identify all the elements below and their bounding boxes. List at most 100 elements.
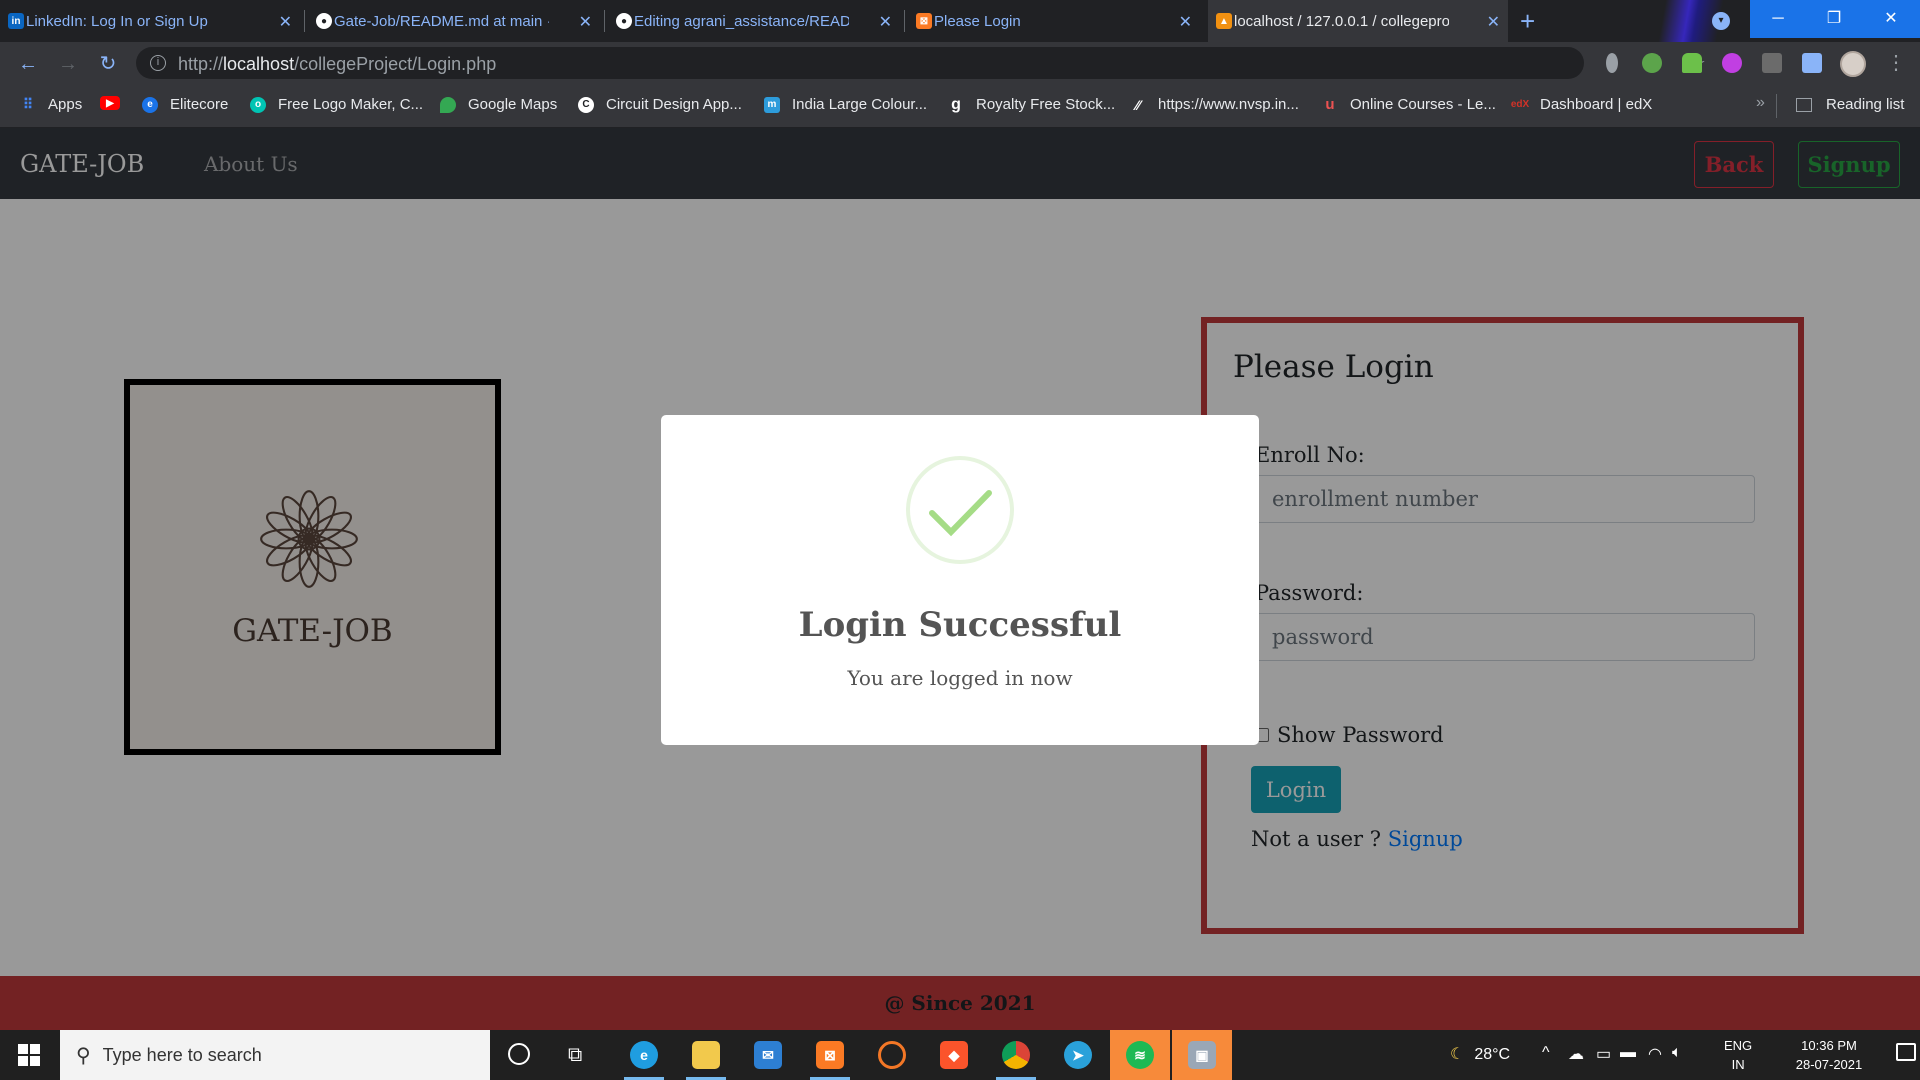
language-indicator[interactable]: ENG IN [1724,1036,1752,1074]
site-info-icon[interactable]: i [150,55,166,71]
tab-close-icon[interactable]: ✕ [1487,12,1500,32]
extension-icon[interactable] [1722,53,1742,73]
browser-tab-strip: in LinkedIn: Log In or Sign Up ✕ ● Gate-… [0,0,1920,128]
puzzle-extensions-icon[interactable] [1802,53,1822,73]
edx-icon: edX [1510,99,1530,110]
moon-icon: ☾ [1450,1046,1465,1063]
url-text[interactable]: http://localhost/collegeProject/Login.ph… [178,54,496,75]
bookmark-label: Dashboard | edX [1540,96,1653,113]
reading-list-button[interactable]: Reading list [1796,96,1904,113]
region-code: IN [1731,1057,1745,1072]
linkedin-icon: in [8,13,24,29]
tab-search-icon[interactable]: ▾ [1712,12,1730,30]
forward-arrow-icon[interactable]: → [54,50,82,78]
close-window-button[interactable]: ✕ [1862,0,1920,38]
show-hidden-icons-icon[interactable]: ^ [1542,1044,1550,1062]
files-taskbar-button[interactable]: ▣ [1172,1030,1232,1080]
bookmark-label: India Large Colour... [792,96,928,113]
xampp-taskbar-button[interactable]: ⊠ [804,1035,856,1080]
circuit-icon: C [578,96,594,113]
cortana-icon[interactable] [508,1043,530,1065]
clock-date: 28-07-2021 [1795,1057,1863,1072]
chrome-icon [1002,1041,1030,1069]
volume-icon[interactable]: 🔈︎ [1672,1044,1682,1062]
phpmyadmin-icon: ▲ [1216,13,1232,29]
edge-taskbar-button[interactable]: e [618,1035,670,1080]
bookmark-circuit-design[interactable]: C Circuit Design App... [578,96,742,113]
more-bookmarks-icon[interactable]: » [1756,94,1765,112]
tab-close-icon[interactable]: ✕ [279,12,292,32]
mail-taskbar-button[interactable]: ✉ [742,1035,794,1075]
bookmark-label: https://www.nvsp.in... [1158,96,1299,113]
elitecore-icon: e [142,96,158,113]
bookmark-google-maps[interactable]: Google Maps [440,96,557,113]
bookmark-udemy[interactable]: u Online Courses - Le... [1322,96,1496,113]
minimize-button[interactable]: ─ [1750,0,1806,38]
xampp-icon: ⊠ [916,13,932,29]
tree-extension-icon[interactable] [1682,53,1702,73]
bookmark-label: Elitecore [170,96,229,113]
tab-github-readme[interactable]: ● Gate-Job/README.md at main · I ✕ [308,0,600,42]
onedrive-icon[interactable]: ☁ [1568,1044,1584,1064]
explorer-taskbar-button[interactable] [680,1035,732,1080]
tab-title: Editing agrani_assistance/READM [634,12,849,30]
tab-title: LinkedIn: Log In or Sign Up [26,12,208,30]
bookmark-elitecore[interactable]: e Elitecore [142,96,228,113]
jupyter-taskbar-button[interactable] [866,1035,918,1075]
reload-icon[interactable]: ↻ [94,50,122,78]
extension-icon[interactable] [1606,53,1618,73]
udemy-icon: u [1325,96,1335,113]
tab-close-icon[interactable]: ✕ [879,12,892,32]
back-arrow-icon[interactable]: ← [14,50,42,78]
bookmark-youtube[interactable]: ▶ [100,96,132,110]
clock-time: 10:36 PM [1801,1038,1857,1053]
bookmark-label: Google Maps [468,96,558,113]
chrome-taskbar-button[interactable] [990,1035,1042,1080]
brave-taskbar-button[interactable]: ◆ [928,1035,980,1075]
url-scheme: http:// [178,54,224,74]
bookmarks-bar: ⠿ Apps ▶ e Elitecore o Free Logo Maker, C..… [0,84,1920,128]
tab-separator [904,10,905,32]
restore-button[interactable]: ❐ [1806,0,1862,38]
wifi-icon[interactable]: ◠ [1648,1044,1662,1064]
bookmark-nvsp[interactable]: ⁄⁄ https://www.nvsp.in... [1130,96,1299,113]
device-icon[interactable]: ▭ [1596,1044,1611,1064]
reading-list-icon [1796,97,1812,112]
tab-close-icon[interactable]: ✕ [579,12,592,32]
address-bar[interactable]: i http://localhost/collegeProject/Login.… [136,47,1706,79]
maps-pin-icon [440,96,456,113]
tab-linkedin[interactable]: in LinkedIn: Log In or Sign Up ✕ [0,0,300,42]
clock[interactable]: 10:36 PM 28-07-2021 [1774,1036,1884,1074]
bookmark-edx[interactable]: edX Dashboard | edX [1510,96,1653,113]
profile-avatar[interactable] [1840,51,1866,77]
tab-please-login[interactable]: ⊠ Please Login ✕ [908,0,1200,42]
weather-widget[interactable]: ☾ 28°C [1450,1044,1510,1064]
tab-phpmyadmin[interactable]: ▲ localhost / 127.0.0.1 / collegepro ✕ [1208,0,1508,42]
tab-close-icon[interactable]: ✕ [1179,12,1192,32]
task-view-icon[interactable]: ⧉ [568,1044,582,1067]
edge-icon: e [630,1041,658,1069]
new-tab-button[interactable]: + [1520,6,1535,36]
notification-center-icon[interactable] [1896,1043,1916,1061]
telegram-icon: ➤ [1064,1041,1092,1069]
extension-icon[interactable] [1762,53,1782,73]
files-app-icon: ▣ [1188,1041,1216,1069]
lang-code: ENG [1724,1038,1753,1053]
tab-github-editing[interactable]: ● Editing agrani_assistance/READM ✕ [608,0,900,42]
bookmark-royalty-free[interactable]: g Royalty Free Stock... [948,95,1115,114]
g-icon: g [951,95,961,113]
dialog-message: You are logged in now [847,666,1073,690]
battery-icon[interactable]: ▬ [1620,1044,1636,1062]
tab-title: Please Login [934,12,1021,30]
windows-start-icon[interactable] [18,1044,40,1066]
telegram-taskbar-button[interactable]: ➤ [1052,1035,1104,1075]
bookmark-apps[interactable]: ⠿ Apps [20,96,82,113]
extension-icon[interactable] [1642,53,1662,73]
success-check-icon [906,456,1014,564]
taskbar-search-box[interactable]: ⚲ Type here to search [60,1030,490,1080]
spotify-taskbar-button[interactable]: ≋ [1110,1030,1170,1080]
menu-kebab-icon[interactable]: ⋮ [1886,50,1906,75]
bookmark-india-map[interactable]: m India Large Colour... [764,96,927,113]
bookmark-logo-maker[interactable]: o Free Logo Maker, C... [250,96,423,113]
bookmark-label: Free Logo Maker, C... [278,96,424,113]
